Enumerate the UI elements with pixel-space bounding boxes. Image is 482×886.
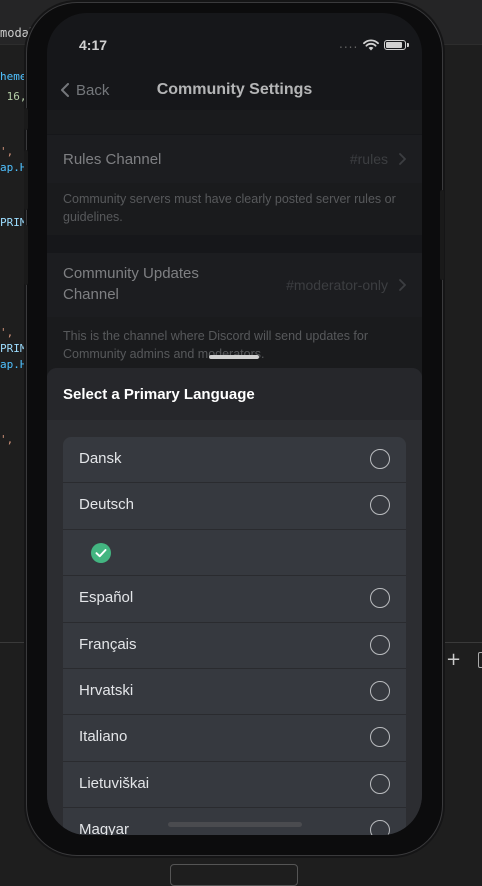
language-label: Italiano <box>79 728 128 746</box>
code-line: heme <box>0 70 27 83</box>
volume-up-button <box>24 150 28 210</box>
dim-overlay <box>47 13 422 373</box>
language-sheet: Select a Primary Language Dansk Deutsch Es… <box>47 368 422 835</box>
sheet-title: Select a Primary Language <box>63 386 255 403</box>
power-button <box>440 190 444 280</box>
language-option[interactable]: Español <box>63 576 406 623</box>
language-label: Dansk <box>79 450 122 467</box>
language-label: Magyar <box>79 821 130 835</box>
language-option[interactable]: Dansk <box>63 437 406 484</box>
mute-switch <box>24 108 28 130</box>
radio-button[interactable] <box>370 680 390 701</box>
split-icon[interactable] <box>478 652 482 668</box>
code-line: ap.H <box>0 161 27 174</box>
radio-button[interactable] <box>370 449 390 469</box>
radio-button[interactable] <box>370 588 390 609</box>
checkmark-icon <box>91 542 111 563</box>
phone-screen: 4:17 .... Community Settings Back Rules … <box>47 13 422 835</box>
code-line: ', <box>0 326 14 339</box>
radio-button[interactable] <box>370 820 390 835</box>
home-indicator[interactable] <box>168 822 302 827</box>
code-line: PRIM <box>0 216 27 229</box>
radio-button[interactable] <box>370 495 390 516</box>
add-icon[interactable]: + <box>446 649 461 670</box>
volume-down-button <box>24 225 28 285</box>
code-line: PRIM <box>0 342 27 355</box>
radio-button[interactable] <box>370 727 390 748</box>
language-label: Español <box>79 589 134 607</box>
code-line: ', <box>0 433 14 446</box>
language-option[interactable]: Hrvatski <box>63 669 406 716</box>
language-option[interactable]: Italiano <box>63 715 406 762</box>
language-option[interactable]: Deutsch <box>63 483 406 530</box>
language-label: Deutsch <box>79 496 135 514</box>
code-line: ap.H <box>0 358 27 371</box>
radio-button[interactable] <box>370 773 390 794</box>
language-list: Dansk Deutsch Español Français Hrvatski Itali… <box>63 437 406 835</box>
radio-button[interactable] <box>370 634 390 655</box>
language-option[interactable]: Lietuviškai <box>63 762 406 809</box>
sheet-header: Select a Primary Language <box>47 368 422 420</box>
sheet-grabber[interactable] <box>209 355 259 359</box>
code-line: 16, <box>0 90 27 103</box>
language-option[interactable] <box>63 530 406 577</box>
language-option[interactable]: Français <box>63 623 406 669</box>
editor-button[interactable] <box>170 864 298 886</box>
language-label: Hrvatski <box>79 681 134 699</box>
language-label: Lietuviškai <box>79 774 150 792</box>
code-line: ', <box>0 145 14 158</box>
language-label: Français <box>79 635 137 653</box>
